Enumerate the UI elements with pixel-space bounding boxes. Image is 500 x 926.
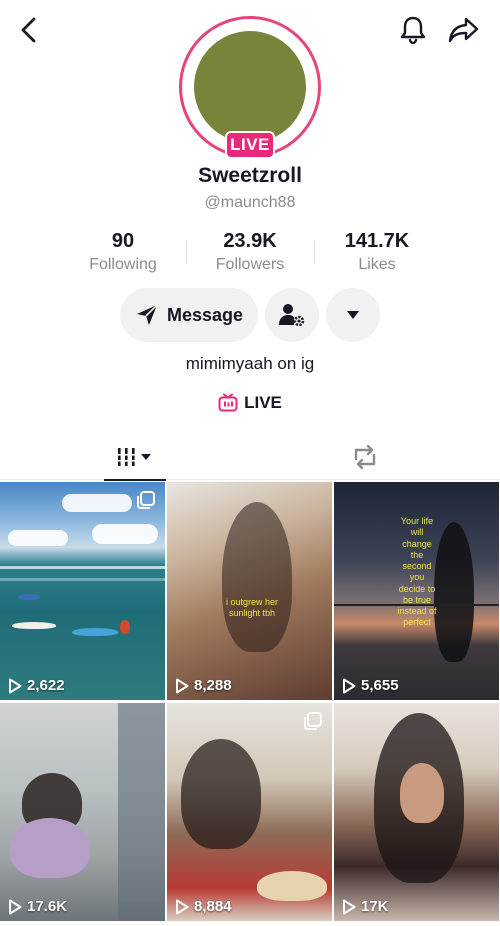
play-icon [343,678,356,693]
caret-down-icon [347,311,359,319]
live-link-label: LIVE [244,393,282,412]
play-icon [343,899,356,914]
video-overlay-text: Your life will change the second you dec… [397,516,437,628]
username-handle: @maunch88 [204,194,296,211]
play-icon [9,678,22,693]
profile-stats: 90 Following 23.9K Followers 141.7K Like… [0,230,500,278]
message-button-label: Message [166,304,244,325]
video-thumbnail[interactable]: 17K [334,703,499,921]
multi-photo-icon [304,712,322,730]
followers-stat[interactable]: 23.9K Followers [185,230,315,274]
bio: mimimyaah on ig [185,354,315,373]
view-count-value: 17K [361,898,389,915]
likes-stat[interactable]: 141.7K Likes [312,230,442,274]
view-count: 8,884 [175,898,232,915]
view-count-value: 17.6K [27,898,68,915]
video-thumbnail[interactable]: 17.6K [0,703,165,921]
video-grid: 2,622 i outgrew her sunlight tbh 8,288 Y… [0,482,500,926]
person-settings-icon [279,304,305,327]
play-icon [9,899,22,914]
tab-reposts[interactable] [334,434,396,480]
back-button[interactable] [12,10,46,50]
view-count: 17.6K [8,898,67,915]
content-tabs [0,434,500,481]
view-count: 8,288 [175,677,232,694]
share-arrow-icon [448,17,479,43]
view-count: 17K [342,898,389,915]
play-icon [176,899,189,914]
profile-actions: Message [0,288,500,342]
view-count-value: 2,622 [27,677,65,694]
video-thumbnail[interactable]: i outgrew her sunlight tbh 8,288 [167,482,332,700]
bell-icon [400,16,426,45]
notifications-button[interactable] [394,10,432,50]
display-name: Sweetzroll [198,164,302,187]
following-label: Following [89,256,157,273]
followers-count: 23.9K [223,230,277,252]
following-count: 90 [111,230,135,252]
chevron-left-icon [21,17,36,43]
tab-videos[interactable] [104,434,166,481]
video-thumbnail[interactable]: 8,884 [167,703,332,921]
view-count: 5,655 [342,677,399,694]
more-options-button[interactable] [326,288,380,342]
video-overlay-text: i outgrew her sunlight tbh [225,597,279,619]
add-friend-settings-button[interactable] [265,288,319,342]
view-count-value: 8,288 [194,677,232,694]
share-button[interactable] [444,10,484,50]
grid-bars-icon [116,447,151,466]
send-icon [136,304,158,325]
multi-photo-icon [137,491,155,509]
view-count-value: 5,655 [361,677,399,694]
likes-label: Likes [358,256,396,273]
view-count-value: 8,884 [194,898,232,915]
message-button[interactable]: Message [120,288,258,342]
play-icon [176,678,189,693]
video-thumbnail[interactable]: 2,622 [0,482,165,700]
avatar-live-ring[interactable]: LIVE [179,16,321,159]
live-tv-icon [218,393,238,412]
video-thumbnail[interactable]: Your life will change the second you dec… [334,482,499,700]
view-count: 2,622 [8,677,65,694]
followers-label: Followers [215,256,285,273]
likes-count: 141.7K [344,230,410,252]
live-link[interactable]: LIVE [0,393,500,413]
avatar[interactable] [194,31,306,143]
following-stat[interactable]: 90 Following [58,230,188,274]
live-badge: LIVE [225,131,275,159]
repost-icon [354,444,376,470]
